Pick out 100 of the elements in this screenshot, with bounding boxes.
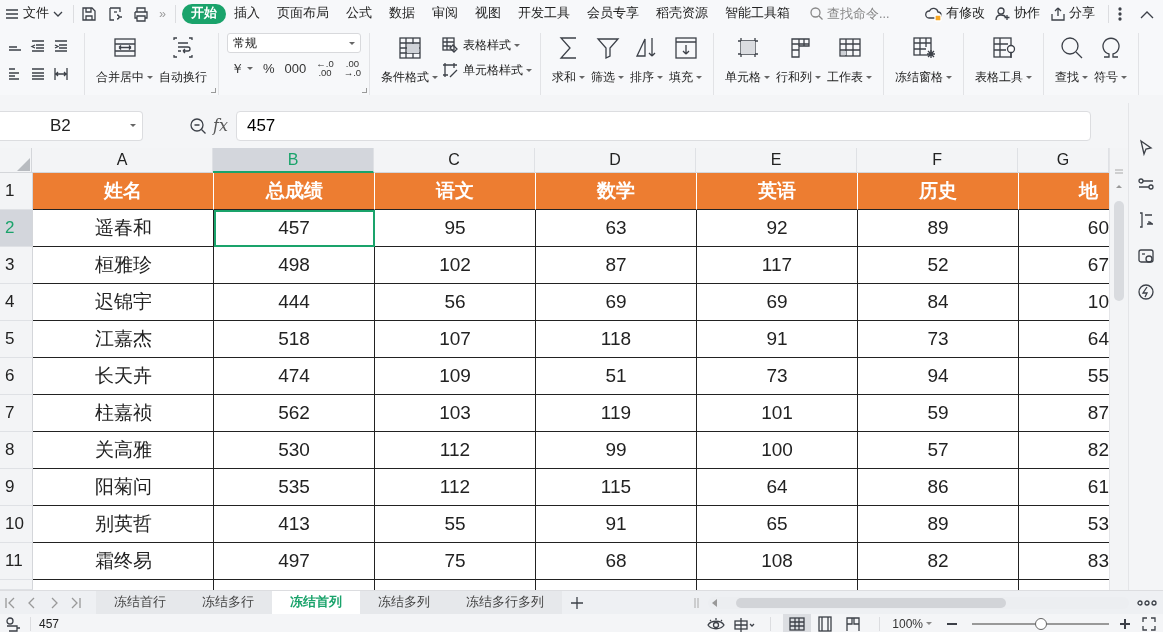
filter-button[interactable]: 筛选 xyxy=(588,33,628,86)
scroll-left-icon[interactable] xyxy=(712,598,718,607)
zoom-out-icon[interactable] xyxy=(189,116,207,135)
export-icon[interactable] xyxy=(106,4,124,23)
number-format-dropdown[interactable]: 常规 xyxy=(227,33,361,53)
sheet-tab[interactable]: 冻结首行 xyxy=(96,591,184,614)
header-cell: 数学 xyxy=(536,173,697,210)
search-button[interactable]: 查找 xyxy=(1052,33,1092,86)
sliders-icon[interactable] xyxy=(1137,175,1155,193)
table-cell: 87 xyxy=(536,247,697,284)
normal-view-icon[interactable] xyxy=(783,614,812,632)
number-format-button[interactable]: .00 →.0 xyxy=(343,59,362,77)
file-menu[interactable]: 文件 xyxy=(20,2,67,25)
fill-down-button[interactable]: 填充 xyxy=(666,33,706,86)
justify-icon[interactable] xyxy=(29,65,47,83)
fullscreen-icon[interactable] xyxy=(1141,615,1157,632)
menu-icon[interactable] xyxy=(4,6,20,21)
ribbon-tab[interactable]: 数据 xyxy=(380,3,424,24)
print-icon[interactable] xyxy=(132,4,150,23)
ribbon-tab[interactable]: 审阅 xyxy=(423,3,467,24)
lightning-icon[interactable] xyxy=(1137,283,1155,301)
row-header[interactable]: 9 xyxy=(0,469,33,506)
formula-field[interactable]: 457 xyxy=(235,110,1091,141)
edits-button[interactable]: 有修改 xyxy=(922,2,988,25)
header-cell: 姓名 xyxy=(33,173,214,210)
image-tool-icon[interactable] xyxy=(1137,247,1155,265)
row-header[interactable]: 10 xyxy=(0,506,33,543)
first-sheet-icon[interactable] xyxy=(4,595,16,610)
rows-columns-button[interactable]: 行和列 xyxy=(773,33,825,86)
cell-button[interactable]: 单元格 xyxy=(722,33,774,86)
table-button[interactable]: 条件格式 xyxy=(378,33,442,86)
zoom-level[interactable]: 100% xyxy=(892,616,932,631)
worksheet-button[interactable]: 工作表 xyxy=(824,33,876,86)
table-cell: 霜终易 xyxy=(33,543,214,580)
table-cell: 95 xyxy=(375,210,536,247)
ribbon-tab[interactable]: 公式 xyxy=(337,3,381,24)
wrap-text-button[interactable]: 自动换行 xyxy=(156,33,210,86)
table-tools-button[interactable]: 表格工具 xyxy=(972,33,1036,86)
macro-icon[interactable] xyxy=(4,615,22,632)
row-header[interactable]: 5 xyxy=(0,321,33,358)
cell-brush-button[interactable]: 单元格样式 xyxy=(441,61,533,79)
table-cell: 112 xyxy=(375,432,536,469)
row-header[interactable]: 8 xyxy=(0,432,33,469)
more-icon[interactable] xyxy=(1137,598,1157,607)
increase-indent-icon[interactable] xyxy=(52,37,70,55)
search-field[interactable]: 查找命令... xyxy=(826,6,909,21)
dialog-launcher-icon[interactable] xyxy=(362,88,368,93)
fill-down-icon xyxy=(672,35,699,61)
row-header[interactable]: 3 xyxy=(0,247,33,284)
table-cell: 柱嘉祯 xyxy=(33,395,214,432)
last-sheet-icon[interactable] xyxy=(70,595,82,610)
ribbon-tab[interactable]: 页面布局 xyxy=(268,3,338,24)
sheet-tab[interactable]: 冻结多列 xyxy=(360,591,448,614)
freeze-panes-button[interactable]: 冻结窗格 xyxy=(892,33,956,86)
cursor-icon[interactable] xyxy=(1137,139,1155,157)
table-brush-button[interactable]: 表格样式 xyxy=(441,36,533,54)
function-label[interactable]: fx xyxy=(213,116,228,135)
omega-button[interactable]: 符号 xyxy=(1091,33,1131,86)
table-cell: 57 xyxy=(858,432,1019,469)
number-format-button[interactable]: ￥ xyxy=(231,63,253,73)
number-format-button[interactable]: 000 xyxy=(284,63,307,73)
number-format-button[interactable]: ←.0 .00 xyxy=(316,59,334,77)
add-sheet-icon[interactable] xyxy=(570,595,584,610)
sheet-tab[interactable]: 冻结多行 xyxy=(184,591,272,614)
row-header[interactable]: 7 xyxy=(0,395,33,432)
number-format-button[interactable]: % xyxy=(263,63,275,73)
scrollbar-thumb[interactable] xyxy=(736,597,1006,608)
scroll-up-icon[interactable] xyxy=(1115,183,1123,189)
add-user-icon xyxy=(995,5,1011,22)
table-cell: 63 xyxy=(536,210,697,247)
row-header[interactable]: 6 xyxy=(0,358,33,395)
search-icon xyxy=(1058,35,1085,61)
merge-cells-button[interactable]: 合并居中 xyxy=(93,33,156,86)
row-header[interactable]: 1 xyxy=(0,173,33,210)
sort-button[interactable]: 排序 xyxy=(627,33,667,86)
table-cell: 530 xyxy=(214,432,375,469)
row-header[interactable]: 11 xyxy=(0,543,33,580)
share-icon xyxy=(1050,5,1066,22)
sheet-tab[interactable]: 冻结多行多列 xyxy=(448,591,562,614)
ribbon-tab[interactable]: 稻壳资源 xyxy=(647,3,717,24)
ribbon-tab[interactable]: 插入 xyxy=(225,3,269,24)
scrollbar-thumb[interactable] xyxy=(1114,201,1124,301)
table-cell: 99 xyxy=(536,432,697,469)
dialog-launcher-icon[interactable] xyxy=(211,88,216,93)
zoom-slider-thumb[interactable] xyxy=(1034,617,1047,630)
name-box[interactable]: B2 xyxy=(0,110,143,141)
collaborate-button[interactable]: 协作 xyxy=(992,2,1043,25)
ribbon-tab[interactable]: 智能工具箱 xyxy=(716,3,799,24)
distributed-icon[interactable] xyxy=(52,65,70,83)
eye-icon[interactable] xyxy=(706,615,727,632)
swap-icon[interactable] xyxy=(1137,211,1155,229)
ribbon-tab[interactable]: 视图 xyxy=(466,3,510,24)
decrease-indent-icon[interactable] xyxy=(29,37,47,55)
zoom-in-icon[interactable] xyxy=(1119,617,1131,630)
sum-button[interactable]: 求和 xyxy=(549,33,589,86)
save-icon[interactable] xyxy=(80,4,98,23)
share-button[interactable]: 分享 xyxy=(1047,2,1098,25)
ribbon-tab[interactable]: 会员专享 xyxy=(578,3,648,24)
ribbon-tab[interactable]: 开发工具 xyxy=(509,3,579,24)
row-header[interactable]: 4 xyxy=(0,284,33,321)
